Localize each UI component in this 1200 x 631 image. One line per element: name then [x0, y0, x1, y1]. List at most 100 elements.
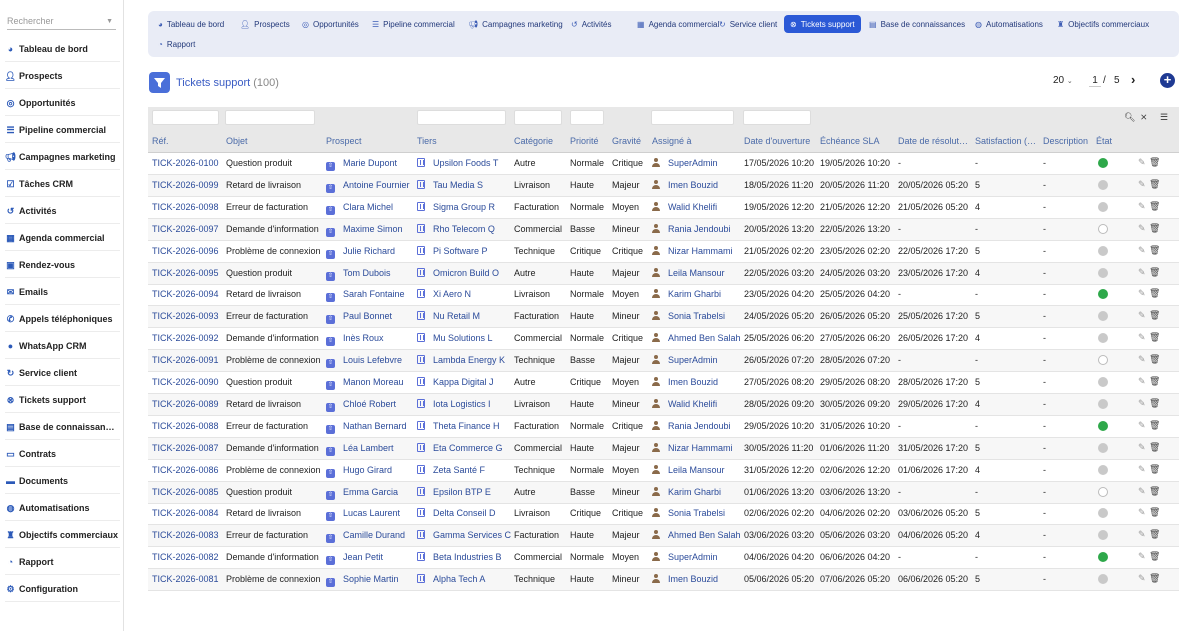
cell-prospect[interactable]: ⇧ Tom Dubois — [326, 268, 391, 281]
sidebar-item-whatsapp-crm[interactable]: ● WhatsApp CRM — [5, 334, 120, 359]
column-header-tiers[interactable]: Tiers — [417, 136, 437, 146]
search-icon[interactable]: 🔍︎ — [1124, 112, 1135, 123]
current-page-input[interactable]: 1 — [1089, 75, 1101, 87]
column-header-categorie[interactable]: Catégorie — [514, 136, 553, 146]
cell-ref[interactable]: TICK-2026-0092 — [152, 333, 219, 343]
edit-icon[interactable]: ✎ — [1138, 551, 1146, 562]
column-header-objet[interactable]: Objet — [226, 136, 248, 146]
cell-assigne[interactable]: Rania Jendoubi — [652, 223, 731, 234]
cell-assigne[interactable]: SuperAdmin — [652, 158, 718, 168]
cell-assigne[interactable]: Ahmed Ben Salah — [652, 530, 741, 540]
cell-ref[interactable]: TICK-2026-0082 — [152, 552, 219, 562]
cell-ref[interactable]: TICK-2026-0094 — [152, 289, 219, 299]
table-row[interactable]: TICK-2026-0086 Problème de connexion ⇧ Hugo… — [148, 460, 1179, 482]
sidebar-item-appels-telephoniques[interactable]: ✆ Appels téléphoniques — [5, 307, 120, 332]
tab-rapport[interactable]: ◔ Rapport — [152, 35, 201, 53]
sidebar-item-activites[interactable]: ↺ Activités — [5, 199, 120, 224]
cell-tiers[interactable]: Delta Conseil D — [417, 508, 496, 518]
edit-icon[interactable]: ✎ — [1138, 354, 1146, 365]
cell-assigne[interactable]: SuperAdmin — [652, 355, 718, 365]
add-ticket-button[interactable]: + — [1160, 73, 1175, 88]
column-header-assigne-a[interactable]: Assigné à — [652, 136, 692, 146]
delete-icon[interactable]: 🗑︎ — [1149, 310, 1160, 321]
next-page-icon[interactable]: › — [1131, 72, 1135, 87]
tab-base-de-connaissances[interactable]: ▤ Base de connaissances — [863, 15, 971, 33]
sidebar-item-objectifs-commerciaux[interactable]: ♜ Objectifs commerciaux — [5, 523, 120, 548]
cell-prospect[interactable]: ⇧ Julie Richard — [326, 246, 395, 259]
cell-prospect[interactable]: ⇧ Hugo Girard — [326, 465, 392, 478]
edit-icon[interactable]: ✎ — [1138, 179, 1146, 190]
cell-assigne[interactable]: Nizar Hammami — [652, 245, 733, 256]
cell-assigne[interactable]: Imen Bouzid — [652, 179, 718, 190]
delete-icon[interactable]: 🗑︎ — [1149, 245, 1160, 256]
cell-tiers[interactable]: Xi Aero N — [417, 289, 471, 299]
edit-icon[interactable]: ✎ — [1138, 267, 1146, 278]
search-select[interactable]: Rechercher ▼ — [7, 14, 116, 30]
sidebar-item-rapport[interactable]: ◔ Rapport — [5, 550, 120, 575]
table-row[interactable]: TICK-2026-0097 Demande d'information ⇧ Maxi… — [148, 218, 1179, 241]
filter-categorie-input[interactable] — [514, 110, 562, 125]
table-row[interactable]: TICK-2026-0090 Question produit ⇧ Manon Mor… — [148, 372, 1179, 394]
edit-icon[interactable]: ✎ — [1138, 486, 1146, 497]
column-header-prospect[interactable]: Prospect — [326, 136, 362, 146]
cell-assigne[interactable]: Ahmed Ben Salah — [652, 333, 741, 343]
tab-activites[interactable]: ↺ Activités — [565, 15, 618, 33]
table-row[interactable]: TICK-2026-0083 Erreur de facturation ⇧ Cami… — [148, 525, 1179, 548]
table-row[interactable]: TICK-2026-0082 Demande d'information ⇧ Jean… — [148, 547, 1179, 570]
cell-tiers[interactable]: Pi Software P — [417, 245, 488, 256]
edit-icon[interactable]: ✎ — [1138, 464, 1146, 475]
cell-assigne[interactable]: Nizar Hammami — [652, 442, 733, 453]
sidebar-item-emails[interactable]: ✉ Emails — [5, 280, 120, 305]
delete-icon[interactable]: 🗑︎ — [1149, 223, 1160, 234]
cell-ref[interactable]: TICK-2026-0099 — [152, 180, 219, 190]
table-row[interactable]: TICK-2026-0092 Demande d'information ⇧ Inès… — [148, 328, 1179, 351]
sidebar-item-tableau-de-bord[interactable]: ◕ Tableau de bord — [5, 37, 120, 62]
cell-tiers[interactable]: Epsilon BTP E — [417, 486, 491, 497]
cell-assigne[interactable]: Imen Bouzid — [652, 377, 718, 387]
column-header-date-d-ouverture[interactable]: Date d'ouverture — [744, 136, 810, 146]
filter-objet-input[interactable] — [225, 110, 315, 125]
cell-tiers[interactable]: Kappa Digital J — [417, 377, 494, 387]
cell-tiers[interactable]: Alpha Tech A — [417, 574, 485, 584]
cell-tiers[interactable]: Lambda Energy K — [417, 355, 505, 365]
delete-icon[interactable]: 🗑︎ — [1149, 420, 1160, 431]
delete-icon[interactable]: 🗑︎ — [1149, 464, 1160, 475]
cell-tiers[interactable]: Tau Media S — [417, 179, 483, 190]
table-row[interactable]: TICK-2026-0087 Demande d'information ⇧ Léa … — [148, 437, 1179, 460]
sidebar-item-rendez-vous[interactable]: ▣ Rendez-vous — [5, 253, 120, 278]
cell-assigne[interactable]: Leila Mansour — [652, 464, 725, 475]
sidebar-item-tickets-support[interactable]: ⊗ Tickets support — [5, 388, 120, 413]
delete-icon[interactable]: 🗑︎ — [1149, 157, 1160, 168]
delete-icon[interactable]: 🗑︎ — [1149, 288, 1160, 299]
tab-tableau-de-bord[interactable]: ◕ Tableau de bord — [152, 15, 230, 33]
column-header-echeance-sla[interactable]: Échéance SLA — [820, 136, 880, 146]
column-header-satisfaction[interactable]: Satisfaction (… — [975, 136, 1036, 146]
cell-tiers[interactable]: Rho Telecom Q — [417, 223, 495, 234]
tab-service-client[interactable]: ↻ Service client — [713, 15, 783, 33]
filter-ref-input[interactable] — [152, 110, 219, 125]
cell-assigne[interactable]: Sonia Trabelsi — [652, 311, 725, 321]
delete-icon[interactable]: 🗑︎ — [1149, 507, 1160, 518]
cell-tiers[interactable]: Zeta Santé F — [417, 464, 485, 475]
table-row[interactable]: TICK-2026-0093 Erreur de facturation ⇧ Paul… — [148, 306, 1179, 329]
cell-prospect[interactable]: ⇧ Nathan Bernard — [326, 421, 407, 434]
tab-automatisations[interactable]: ◍ Automatisations — [969, 15, 1049, 33]
table-row[interactable]: TICK-2026-0094 Retard de livraison ⇧ Sarah … — [148, 284, 1179, 307]
sidebar-item-agenda-commercial[interactable]: ▦ Agenda commercial — [5, 226, 120, 251]
edit-icon[interactable]: ✎ — [1138, 529, 1146, 540]
tab-prospects[interactable]: 👤︎ Prospects — [234, 15, 296, 33]
delete-icon[interactable]: 🗑︎ — [1149, 486, 1160, 497]
cell-ref[interactable]: TICK-2026-0091 — [152, 355, 219, 365]
cell-ref[interactable]: TICK-2026-0083 — [152, 530, 219, 540]
delete-icon[interactable]: 🗑︎ — [1149, 201, 1160, 212]
cell-tiers[interactable]: Theta Finance H — [417, 420, 500, 431]
cell-assigne[interactable]: Walid Khelifi — [652, 398, 717, 409]
cell-ref[interactable]: TICK-2026-0089 — [152, 399, 219, 409]
delete-icon[interactable]: 🗑︎ — [1149, 179, 1160, 190]
edit-icon[interactable]: ✎ — [1138, 398, 1146, 409]
edit-icon[interactable]: ✎ — [1138, 201, 1146, 212]
column-header-gravite[interactable]: Gravité — [612, 136, 641, 146]
cell-ref[interactable]: TICK-2026-0097 — [152, 224, 219, 234]
edit-icon[interactable]: ✎ — [1138, 420, 1146, 431]
cell-prospect[interactable]: ⇧ Maxime Simon — [326, 224, 403, 237]
